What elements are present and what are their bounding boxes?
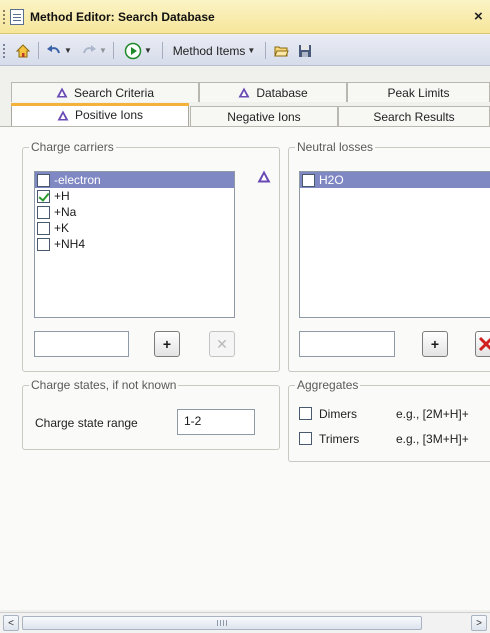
list-item[interactable]: -electron <box>35 172 234 188</box>
delete-charge-carrier-button[interactable]: ✕ <box>209 331 235 357</box>
chevron-down-icon[interactable]: ▼ <box>64 46 72 55</box>
toolbar: ▼ ▼ ▼ Method Items ▼ <box>0 35 490 66</box>
checkbox[interactable] <box>37 173 50 187</box>
neutral-losses-group: Neutral losses H2O + <box>288 140 490 372</box>
redo-icon <box>83 44 97 53</box>
toolbar-grip[interactable] <box>3 44 6 58</box>
neutral-losses-list[interactable]: H2O <box>299 171 490 318</box>
neutral-loss-input[interactable] <box>299 331 395 357</box>
tab-label: Negative Ions <box>227 109 301 124</box>
list-item-label: +H <box>54 189 70 203</box>
list-item[interactable]: +NH4 <box>35 236 234 252</box>
method-items-dropdown[interactable]: Method Items ▼ <box>166 40 262 61</box>
tab-positive-ions[interactable]: Positive Ions <box>11 103 189 126</box>
list-item[interactable]: H2O <box>300 172 490 188</box>
charge-states-legend: Charge states, if not known <box>29 378 179 392</box>
tab-database[interactable]: Database <box>199 82 347 102</box>
run-button[interactable]: ▼ <box>118 40 158 61</box>
delete-neutral-loss-button[interactable] <box>475 331 490 357</box>
list-item-label: H2O <box>319 173 344 187</box>
charge-state-range-input[interactable]: 1-2 <box>177 409 255 435</box>
scrollbar-thumb[interactable] <box>22 616 422 630</box>
home-icon <box>15 43 31 57</box>
list-item[interactable]: +H <box>35 188 234 204</box>
tab-negative-ions[interactable]: Negative Ions <box>190 106 338 126</box>
undo-button[interactable]: ▼ <box>43 40 75 61</box>
charge-states-group: Charge states, if not known Charge state… <box>22 378 280 450</box>
trimers-checkbox[interactable] <box>299 432 312 445</box>
tab-search-criteria[interactable]: Search Criteria <box>11 82 199 102</box>
toolbar-separator <box>38 42 39 59</box>
list-item-label: +K <box>54 221 70 235</box>
trimers-example: e.g., [3M+H]+ <box>396 432 469 446</box>
warning-triangle-icon <box>257 170 271 183</box>
chevron-down-icon: ▼ <box>247 46 256 55</box>
toolbar-separator <box>113 42 114 59</box>
triangle-icon <box>238 87 250 98</box>
list-item-label: +NH4 <box>54 237 86 251</box>
scroll-left-button[interactable]: < <box>3 615 19 631</box>
play-icon <box>124 42 142 59</box>
tab-label: Positive Ions <box>74 108 144 122</box>
charge-carriers-list[interactable]: -electron +H +Na +K +NH4 <box>34 171 235 318</box>
trimers-label: Trimers <box>319 432 360 446</box>
aggregates-legend: Aggregates <box>295 378 361 392</box>
list-item-label: -electron <box>54 173 101 187</box>
open-document-icon <box>274 46 289 56</box>
close-button[interactable]: × <box>474 8 483 25</box>
tab-label: Peak Limits <box>387 85 450 100</box>
method-editor-icon <box>10 9 24 25</box>
triangle-icon <box>57 110 69 120</box>
dimers-example: e.g., [2M+H]+ <box>396 407 469 421</box>
horizontal-scrollbar[interactable]: < > <box>0 612 490 633</box>
tab-label: Database <box>256 85 308 100</box>
charge-carriers-group: Charge carriers -electron +H +Na +K +NH4 <box>22 140 280 372</box>
save-button[interactable] <box>294 40 316 61</box>
tab-label: Search Results <box>373 109 455 124</box>
save-icon <box>299 44 311 57</box>
undo-icon <box>47 44 60 53</box>
redo-button[interactable]: ▼ <box>79 40 109 61</box>
list-item[interactable]: +K <box>35 220 234 236</box>
chevron-down-icon[interactable]: ▼ <box>99 46 107 55</box>
scroll-right-button[interactable]: > <box>471 615 487 631</box>
add-charge-carrier-button[interactable]: + <box>154 331 180 357</box>
tab-strip: Search Criteria Database Peak Limits Pos… <box>0 82 490 129</box>
tab-label: Search Criteria <box>73 85 155 100</box>
dimers-checkbox[interactable] <box>299 407 312 420</box>
method-items-label: Method Items <box>172 43 246 58</box>
tab-peak-limits[interactable]: Peak Limits <box>347 82 490 102</box>
checkbox[interactable] <box>37 237 50 251</box>
checkbox[interactable] <box>302 173 315 187</box>
tab-search-results[interactable]: Search Results <box>338 106 490 126</box>
home-button[interactable] <box>12 40 34 61</box>
window-titlebar: Method Editor: Search Database × <box>0 0 490 34</box>
charge-carrier-input[interactable] <box>34 331 129 357</box>
toolbar-separator <box>265 42 266 59</box>
window-title: Method Editor: Search Database <box>30 10 215 24</box>
delete-icon <box>478 336 490 352</box>
triangle-icon <box>56 87 68 98</box>
checkbox[interactable] <box>37 205 50 219</box>
neutral-losses-legend: Neutral losses <box>295 140 376 154</box>
chevron-down-icon[interactable]: ▼ <box>144 46 152 55</box>
thumb-grip <box>217 620 227 626</box>
checkbox[interactable] <box>37 221 50 235</box>
list-item[interactable]: +Na <box>35 204 234 220</box>
tab-content-positive-ions: Charge carriers -electron +H +Na +K +NH4 <box>0 127 490 610</box>
charge-state-range-label: Charge state range <box>35 416 138 430</box>
open-button[interactable] <box>270 40 292 61</box>
toolbar-separator <box>162 42 163 59</box>
titlebar-grip[interactable] <box>3 10 6 24</box>
dimers-label: Dimers <box>319 407 357 421</box>
add-neutral-loss-button[interactable]: + <box>422 331 448 357</box>
checkbox[interactable] <box>37 189 50 203</box>
aggregates-group: Aggregates Dimers e.g., [2M+H]+ Trimers … <box>288 378 490 462</box>
list-item-label: +Na <box>54 205 77 219</box>
charge-carriers-legend: Charge carriers <box>29 140 116 154</box>
